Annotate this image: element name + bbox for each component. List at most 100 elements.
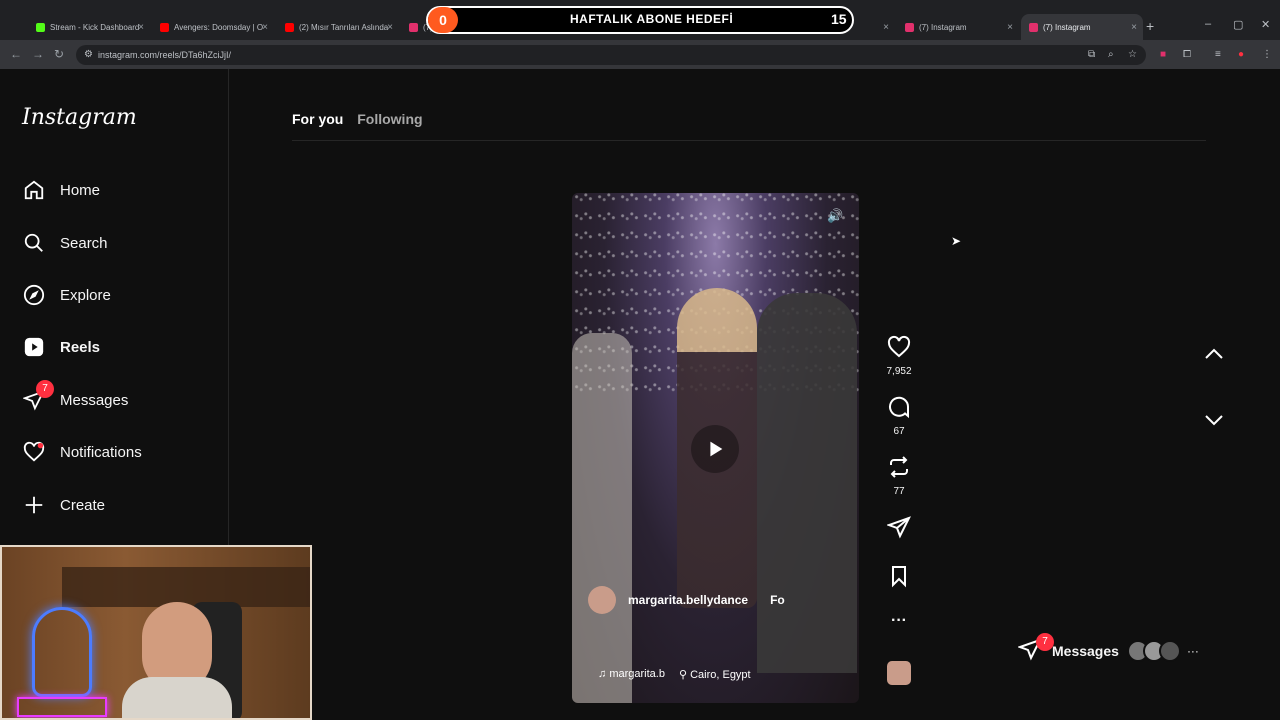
audio-thumb-image (887, 661, 911, 685)
goal-current-count: 0 (428, 7, 458, 33)
sidebar-item-label: Search (60, 234, 108, 252)
new-tab-button[interactable]: + (1146, 18, 1154, 34)
messages-icon: 7 (22, 380, 54, 412)
like-count: 7,952 (886, 366, 912, 377)
sidebar-item-notifications[interactable]: Notifications (22, 436, 142, 468)
previous-reel-button[interactable] (1202, 342, 1226, 366)
install-icon[interactable]: ⧉ (1088, 49, 1095, 60)
browser-tab[interactable]: Stream - Kick Dashboard × (28, 14, 150, 40)
tab-label: (2) Mısır Tanrıları Aslında (299, 22, 389, 32)
audio-thumbnail[interactable] (884, 661, 914, 690)
extensions-icon[interactable]: ⧠ (1183, 49, 1191, 60)
browser-tab[interactable]: (2) Mısır Tanrıları Aslında × (277, 14, 399, 40)
save-button[interactable] (884, 564, 914, 593)
tab-label: (7) Instagram (919, 22, 967, 32)
media-icon[interactable]: ≡ (1215, 49, 1221, 60)
play-icon (710, 441, 723, 457)
sidebar-item-label: Messages (60, 391, 129, 409)
scrollbar[interactable] (1270, 69, 1280, 720)
sidebar-item-search[interactable]: Search (22, 227, 108, 259)
extension-icon[interactable]: ■ (1160, 49, 1166, 60)
tab-following[interactable]: Following (357, 111, 422, 127)
tab-for-you[interactable]: For you (292, 111, 343, 127)
bookshelf (62, 567, 310, 607)
tab-label: (7) Instagram (1043, 22, 1091, 32)
video-figure (757, 293, 857, 673)
tab-favicon-icon (409, 22, 418, 32)
tab-close-icon[interactable]: × (1131, 22, 1137, 33)
browser-tab[interactable]: (7) Instagram × (1021, 14, 1143, 40)
webcam-overlay (0, 545, 312, 720)
location-link[interactable]: ⚲ Cairo, Egypt (679, 668, 751, 681)
search-icon (22, 231, 46, 255)
browser-tab[interactable]: Avengers: Doomsday | O × (152, 14, 274, 40)
url-text[interactable]: instagram.com/reels/DTa6hZciJjI/ (98, 50, 231, 60)
next-reel-button[interactable] (1202, 408, 1226, 432)
messages-dock-label: Messages (1052, 643, 1119, 659)
sidebar-item-explore[interactable]: Explore (22, 279, 111, 311)
tab-close-icon[interactable]: × (262, 22, 268, 33)
tab-favicon-icon (160, 22, 169, 32)
address-bar[interactable] (76, 45, 1146, 65)
tab-close-icon[interactable]: × (883, 22, 889, 33)
sidebar-item-label: Home (60, 181, 101, 199)
forward-icon[interactable]: → (32, 47, 44, 61)
play-button[interactable] (691, 425, 739, 473)
sidebar-item-home[interactable]: Home (22, 174, 100, 206)
messages-badge: 7 (36, 380, 54, 398)
chevron-down-icon (1205, 415, 1223, 426)
streamer-body (122, 677, 232, 718)
sidebar-item-label: Create (60, 496, 106, 514)
sidebar-item-create[interactable]: Create (22, 489, 105, 521)
messages-dock-badge: 7 (1036, 632, 1054, 651)
messages-icon: 7 (1017, 632, 1054, 666)
repost-button[interactable]: 77 (884, 455, 914, 497)
home-icon (22, 178, 46, 202)
share-icon (886, 516, 911, 539)
more-options-icon[interactable]: ··· (884, 612, 914, 630)
goal-target: 15 (831, 11, 847, 27)
tab-favicon-icon (1029, 22, 1038, 32)
bookmark-star-icon[interactable]: ☆ (1128, 49, 1137, 60)
menu-icon[interactable]: ⋮ (1262, 49, 1272, 60)
follow-button[interactable]: Fo (770, 593, 785, 607)
messages-dock[interactable]: 7 Messages ··· (1017, 632, 1230, 666)
tab-close-icon[interactable]: × (138, 22, 144, 33)
back-icon[interactable]: ← (10, 47, 22, 61)
music-icon: ♫ (598, 668, 610, 680)
location-pin-icon: ⚲ (678, 669, 691, 681)
author-avatar[interactable] (588, 586, 616, 614)
video-figure (572, 333, 632, 703)
tab-close-icon[interactable]: × (387, 22, 393, 33)
profile-icon[interactable]: ● (1238, 49, 1244, 60)
comment-button[interactable]: 67 (884, 395, 914, 437)
like-button[interactable]: 7,952 (884, 335, 914, 377)
tab-close-icon[interactable]: × (1007, 22, 1013, 33)
sound-icon[interactable]: 🔊 (827, 208, 843, 224)
tab-label: Avengers: Doomsday | O (174, 22, 264, 32)
mouse-cursor-icon: ➤ (951, 234, 962, 248)
feed-divider (292, 140, 1206, 141)
repost-icon (890, 456, 908, 478)
neon-sign (17, 697, 107, 717)
reload-icon[interactable]: ↻ (54, 47, 64, 61)
repost-count: 77 (893, 486, 905, 497)
author-name[interactable]: margarita.bellydance (628, 593, 748, 607)
sidebar-item-messages[interactable]: 7 Messages (22, 380, 129, 416)
instagram-logo[interactable]: Instagram (22, 105, 137, 130)
neon-logo (32, 607, 92, 697)
sidebar-item-label: Reels (60, 338, 101, 356)
site-info-icon[interactable]: ⚙ (84, 49, 93, 60)
messages-avatars (1126, 640, 1181, 662)
avatar (1158, 640, 1181, 662)
maximize-button[interactable]: ▢ (1233, 18, 1243, 31)
browser-tab[interactable]: (7) Instagram × (897, 14, 1019, 40)
share-button[interactable] (884, 515, 914, 544)
reel-meta: ♫ margarita.b ⚲ Cairo, Egypt (598, 668, 751, 681)
sidebar-item-reels[interactable]: Reels (22, 331, 100, 363)
zoom-icon[interactable]: ⌕ (1108, 49, 1114, 60)
audio-link[interactable]: ♫ margarita.b (598, 668, 665, 681)
minimize-button[interactable]: – (1205, 18, 1211, 30)
close-window-button[interactable]: ✕ (1261, 18, 1270, 31)
tab-favicon-icon (36, 22, 45, 32)
